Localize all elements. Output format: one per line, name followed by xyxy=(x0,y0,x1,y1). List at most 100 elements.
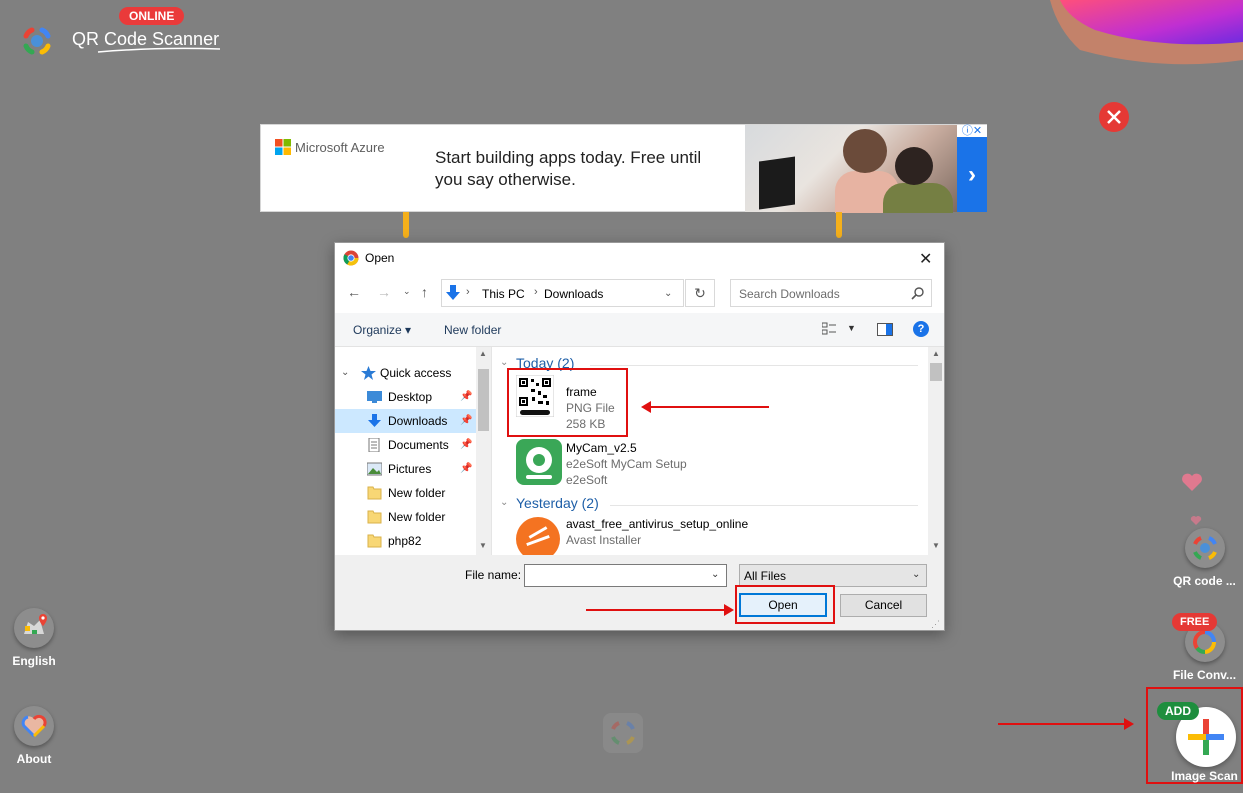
highlight-open-button xyxy=(735,585,835,624)
dialog-title: Open xyxy=(365,251,395,265)
ad-peg-left xyxy=(403,212,409,238)
back-arrow-icon[interactable]: ← xyxy=(347,284,361,300)
highlight-frame-file xyxy=(507,368,628,437)
cancel-button[interactable]: Cancel xyxy=(840,594,927,617)
language-label[interactable]: English xyxy=(4,654,64,668)
file-publisher: e2eSoft xyxy=(566,473,608,487)
language-button[interactable] xyxy=(14,608,54,648)
scrollbar-thumb[interactable] xyxy=(478,369,489,431)
small-heart-decoration-icon xyxy=(1190,512,1202,525)
ad-info-icon[interactable]: ⓘ✕ xyxy=(957,125,987,137)
document-icon xyxy=(368,438,380,452)
file-type-value: All Files xyxy=(744,569,787,583)
qr-scanner-logo-icon xyxy=(23,27,51,55)
refresh-button[interactable]: ↻ xyxy=(685,279,715,307)
expand-chevron-icon[interactable]: ⌄ xyxy=(341,361,349,385)
folder-icon xyxy=(367,534,382,548)
file-type-chevron-icon: ⌄ xyxy=(912,569,921,580)
file-type-select[interactable]: All Files ⌄ xyxy=(739,564,927,587)
qr-scanner-icon xyxy=(1193,536,1217,560)
qr-code-label[interactable]: QR code ... xyxy=(1166,574,1243,588)
group-heading-yesterday[interactable]: Yesterday (2) xyxy=(516,495,599,511)
mycam-app-icon[interactable] xyxy=(516,439,562,485)
organize-menu[interactable]: Organize ▾ xyxy=(353,323,411,337)
open-file-dialog: Open ✕ ← → ⌄ ↑ › This PC › Downloads ⌄ ↻… xyxy=(334,242,945,631)
pin-icon[interactable]: 📌 xyxy=(460,457,472,481)
breadcrumb-this-pc[interactable]: This PC xyxy=(482,287,525,301)
search-placeholder: Search Downloads xyxy=(739,287,840,301)
tree-item-desktop[interactable]: Desktop 📌 xyxy=(335,385,476,409)
address-dropdown-chevron-icon[interactable]: ⌄ xyxy=(664,288,672,299)
search-input[interactable]: Search Downloads xyxy=(730,279,932,307)
folder-icon xyxy=(367,486,382,500)
file-name-input[interactable]: ⌄ xyxy=(524,564,727,587)
pin-icon[interactable]: 📌 xyxy=(460,409,472,433)
decorative-gradient-art xyxy=(1050,0,1243,65)
about-button[interactable] xyxy=(14,706,54,746)
view-dropdown-chevron-icon[interactable]: ▼ xyxy=(847,323,856,333)
ad-next-button[interactable]: › xyxy=(957,137,987,212)
file-name-dropdown-chevron-icon[interactable]: ⌄ xyxy=(711,569,719,580)
scrollbar-thumb[interactable] xyxy=(930,363,942,381)
resize-grip-icon[interactable]: ⋰ xyxy=(931,619,940,630)
group-divider xyxy=(590,365,918,366)
file-name[interactable]: avast_free_antivirus_setup_online xyxy=(566,517,748,531)
navigation-bar: ← → ⌄ ↑ › This PC › Downloads ⌄ ↻ Search… xyxy=(335,273,944,313)
image-scan-label[interactable]: Image Scan xyxy=(1166,769,1243,783)
view-options-icon[interactable] xyxy=(822,322,836,336)
address-bar[interactable]: › This PC › Downloads ⌄ xyxy=(441,279,684,307)
tree-item-new-folder[interactable]: New folder xyxy=(335,481,476,505)
tree-item-new-folder[interactable]: New folder xyxy=(335,505,476,529)
dialog-toolbar: Organize ▾ New folder ▼ ? xyxy=(335,313,944,347)
microsoft-logo-icon xyxy=(275,139,291,155)
preview-pane-icon[interactable] xyxy=(877,323,893,336)
search-icon xyxy=(911,287,924,300)
heart-icon xyxy=(21,714,47,738)
tree-item-downloads[interactable]: Downloads 📌 xyxy=(335,409,476,433)
ad-headline: Start building apps today. Free until yo… xyxy=(435,148,702,189)
up-arrow-icon[interactable]: ↑ xyxy=(421,284,428,300)
folder-icon xyxy=(367,510,382,524)
breadcrumb-downloads[interactable]: Downloads xyxy=(544,287,603,301)
tree-item-pictures[interactable]: Pictures 📌 xyxy=(335,457,476,481)
ad-peg-right xyxy=(836,212,842,238)
new-folder-button[interactable]: New folder xyxy=(444,323,501,337)
free-badge: FREE xyxy=(1172,613,1218,631)
close-icon xyxy=(1107,110,1121,124)
forward-arrow-icon[interactable]: → xyxy=(377,284,391,300)
chrome-icon xyxy=(343,250,359,266)
online-badge: ONLINE xyxy=(119,7,185,25)
recent-locations-chevron-icon[interactable]: ⌄ xyxy=(403,286,411,297)
navigation-pane: ⌄ Quick access Desktop 📌 Downloads 📌 Doc… xyxy=(335,347,491,555)
download-icon xyxy=(368,414,381,427)
dialog-close-button[interactable]: ✕ xyxy=(919,249,932,269)
collapse-group-chevron-icon[interactable]: ⌄ xyxy=(500,357,508,368)
group-divider xyxy=(610,505,918,506)
collapse-group-chevron-icon[interactable]: ⌄ xyxy=(500,497,508,508)
ad-brand: Microsoft Azure xyxy=(295,140,385,155)
nav-pane-scrollbar[interactable]: ▲ ▼ xyxy=(476,347,491,555)
about-label[interactable]: About xyxy=(4,752,64,766)
file-list-scrollbar[interactable]: ▲ ▼ xyxy=(928,347,944,555)
tree-item-php82[interactable]: php82 xyxy=(335,529,476,553)
help-icon[interactable]: ? xyxy=(913,321,929,337)
picture-icon xyxy=(367,462,382,476)
tree-item-documents[interactable]: Documents 📌 xyxy=(335,433,476,457)
qr-code-button[interactable] xyxy=(1185,528,1225,568)
add-badge: ADD xyxy=(1157,702,1199,720)
star-icon xyxy=(361,366,376,380)
file-name-label: File name: xyxy=(465,568,522,582)
ad-photo xyxy=(745,125,957,213)
map-pin-icon xyxy=(24,614,47,634)
avast-app-icon[interactable] xyxy=(516,517,560,555)
file-converter-label[interactable]: File Conv... xyxy=(1166,668,1243,682)
close-ad-button[interactable] xyxy=(1099,102,1129,132)
pin-icon[interactable]: 📌 xyxy=(460,433,472,457)
annotation-arrow-to-open xyxy=(586,604,734,616)
ad-banner[interactable]: Microsoft Azure Start building apps toda… xyxy=(260,124,987,213)
file-name[interactable]: MyCam_v2.5 xyxy=(566,441,637,455)
annotation-arrow-to-image-scan xyxy=(998,718,1134,730)
pin-icon[interactable]: 📌 xyxy=(460,385,472,409)
tree-item-quick-access[interactable]: ⌄ Quick access xyxy=(335,361,476,385)
file-type: e2eSoft MyCam Setup xyxy=(566,457,687,471)
